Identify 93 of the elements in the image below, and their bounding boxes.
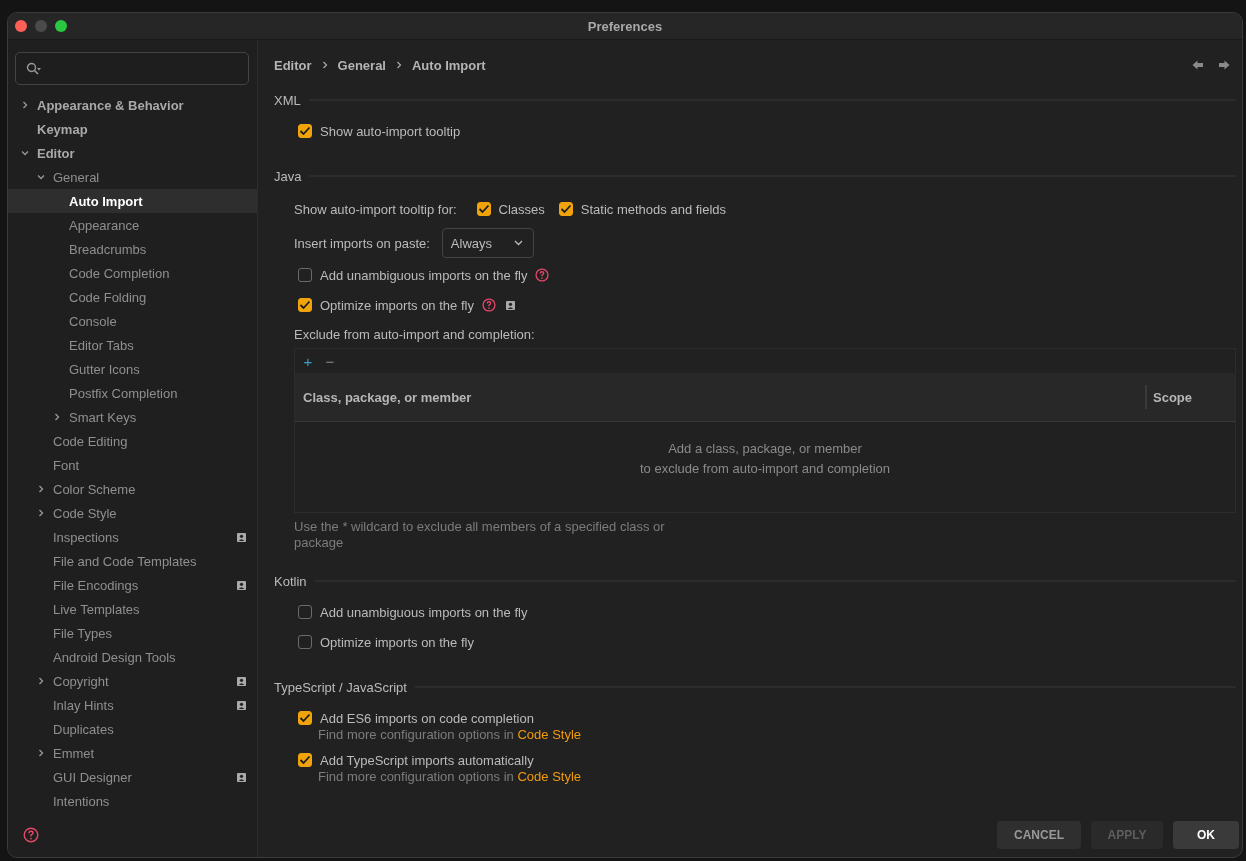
sidebar-item[interactable]: Emmet [8,741,257,765]
sidebar-item[interactable]: Code Editing [8,429,257,453]
sidebar-item[interactable]: Gutter Icons [8,357,257,381]
search-icon [26,61,42,76]
chevron-right-icon [396,61,402,69]
breadcrumb-item[interactable]: Editor [274,57,312,73]
sidebar-item[interactable]: Live Templates [8,597,257,621]
checkbox-label[interactable]: Static methods and fields [580,201,727,217]
checkbox-label[interactable]: Show auto-import tooltip [320,123,461,139]
sidebar-item[interactable]: Code Style [8,501,257,525]
exclude-label: Exclude from auto-import and completion: [294,326,535,342]
remove-button[interactable]: − [321,352,339,370]
chevron-right-icon [321,61,328,69]
sidebar-item[interactable]: Duplicates [8,717,257,741]
checkbox[interactable] [558,202,573,216]
checkbox[interactable] [298,605,312,619]
chevron-right-icon[interactable] [37,677,45,685]
sidebar-item[interactable]: Auto Import [8,189,257,213]
breadcrumb-item[interactable]: General [337,57,386,73]
sidebar-item[interactable]: Console [8,309,257,333]
paste-dropdown[interactable]: Always [441,228,535,258]
sidebar-item[interactable]: Breadcrumbs [8,237,257,261]
help-icon[interactable] [23,827,39,843]
checkbox[interactable] [298,268,312,282]
empty-table-text: to exclude from auto-import and completion [640,460,890,478]
section-title: XML [274,92,301,108]
checkbox[interactable] [476,202,491,216]
checkbox-label[interactable]: Add TypeScript imports automatically [320,752,534,768]
search-field[interactable] [15,52,249,85]
code-style-link[interactable]: Code Style [517,727,582,742]
back-arrow-icon[interactable] [1192,60,1204,70]
chevron-right-icon[interactable] [37,509,45,517]
column-header[interactable]: Class, package, or member [295,373,1145,421]
wildcard-note: Use the * wildcard to exclude all members of a specified class or package [294,519,666,551]
sidebar-item[interactable]: Inspections [8,525,257,549]
checkbox-label[interactable]: Add ES6 imports on code completion [320,710,534,726]
section-title: Java [274,168,302,184]
add-button[interactable]: + [299,352,317,370]
sidebar-item[interactable]: Appearance [8,213,257,237]
checkbox[interactable] [298,635,312,649]
checkbox[interactable] [298,753,312,767]
chevron-down-icon[interactable] [37,173,45,181]
checkbox[interactable] [298,711,312,725]
sidebar-item[interactable]: Color Scheme [8,477,257,501]
sidebar-item[interactable]: GUI Designer [8,765,257,789]
sidebar-item[interactable]: Inlay Hints [8,693,257,717]
option-label: Show auto-import tooltip for: [294,201,457,217]
dialog-button[interactable]: CANCEL [997,821,1081,849]
zoom-button[interactable] [55,20,67,32]
sidebar-item[interactable]: Smart Keys [8,405,257,429]
section-title: Kotlin [274,573,307,589]
sidebar-item[interactable]: General [8,165,257,189]
checkbox-label[interactable]: Classes [498,201,545,217]
checkbox-label[interactable]: Optimize imports on the fly [320,634,474,650]
sidebar-item[interactable]: File Types [8,621,257,645]
sidebar-item[interactable]: File Encodings [8,573,257,597]
chevron-right-icon[interactable] [21,101,29,109]
sidebar-item[interactable]: Intentions [8,789,257,813]
checkbox[interactable] [298,298,312,312]
help-icon[interactable] [481,298,496,312]
empty-table-text: Add a class, package, or member [668,440,862,458]
sidebar-item[interactable]: Code Completion [8,261,257,285]
sidebar-item[interactable]: Editor [8,141,257,165]
breadcrumb-item[interactable]: Auto Import [412,57,486,73]
checkbox-label[interactable]: Optimize imports on the fly [320,297,474,313]
chevron-right-icon[interactable] [37,485,45,493]
dialog-button[interactable]: OK [1173,821,1239,849]
sidebar-item[interactable]: File and Code Templates [8,549,257,573]
checkbox-label[interactable]: Add unambiguous imports on the fly [320,604,528,620]
sidebar-item[interactable]: Appearance & Behavior [8,93,257,117]
chevron-down-icon[interactable] [21,149,29,157]
checkbox[interactable] [298,124,312,138]
close-button[interactable] [15,20,27,32]
window-title: Preferences [587,18,663,34]
sidebar-item[interactable]: Editor Tabs [8,333,257,357]
code-style-link[interactable]: Code Style [517,769,582,784]
sidebar-item[interactable]: Copyright [8,669,257,693]
help-icon[interactable] [535,268,550,282]
sidebar-item[interactable]: Code Folding [8,285,257,309]
forward-arrow-icon[interactable] [1218,60,1230,70]
column-header[interactable]: Scope [1145,385,1235,409]
hint-text: Find more configuration options in [318,769,514,784]
chevron-down-icon[interactable] [514,240,524,246]
sidebar-item[interactable]: Postfix Completion [8,381,257,405]
hint-text: Find more configuration options in [318,727,514,742]
section-title: TypeScript / JavaScript [274,679,407,695]
dropdown-label: Insert imports on paste: [294,235,430,251]
chevron-right-icon[interactable] [53,413,61,421]
chevron-right-icon[interactable] [37,749,45,757]
checkbox-label[interactable]: Add unambiguous imports on the fly [320,267,528,283]
sidebar-item[interactable]: Font [8,453,257,477]
sidebar-item[interactable]: Android Design Tools [8,645,257,669]
sidebar-item[interactable]: Keymap [8,117,257,141]
